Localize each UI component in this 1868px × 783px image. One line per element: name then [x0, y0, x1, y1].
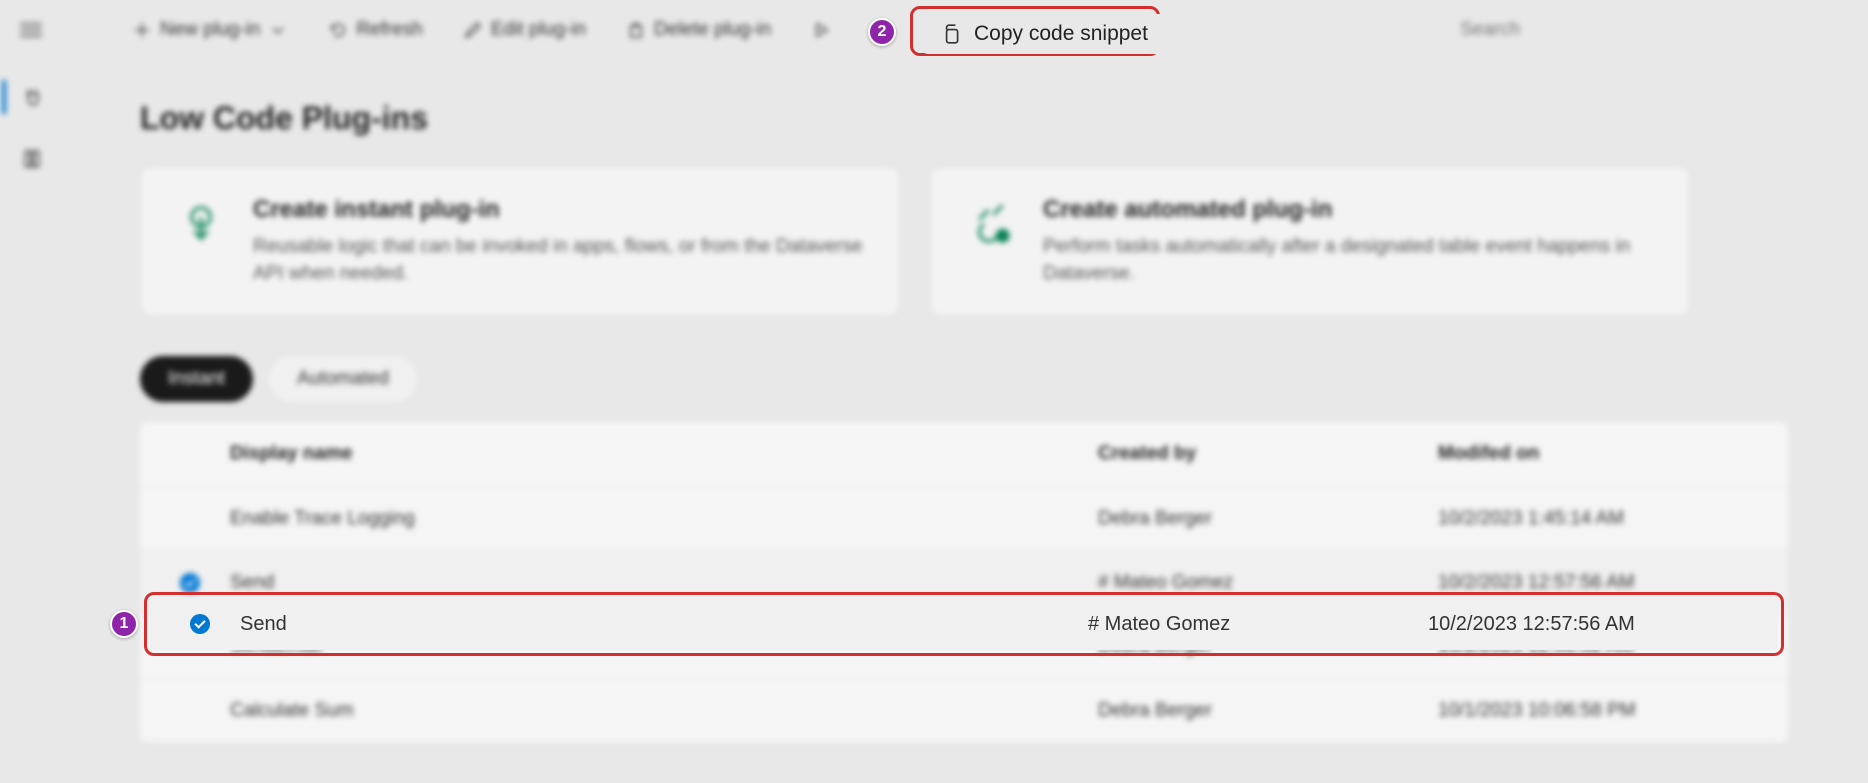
main-content: Low Code Plug-ins Create instant plug-in… — [60, 60, 1868, 783]
refresh-icon — [328, 20, 348, 40]
card-instant[interactable]: Create instant plug-in Reusable logic th… — [140, 167, 900, 316]
plugin-icon — [21, 86, 43, 108]
tap-icon — [173, 196, 229, 252]
copy-icon — [940, 23, 962, 45]
row-modified-on: 10/2/2023 12:57:56 AM — [1428, 613, 1768, 636]
pencil-icon — [463, 20, 483, 40]
check-icon[interactable] — [190, 614, 210, 634]
tab-instant[interactable]: Instant — [140, 356, 253, 402]
new-plugin-button[interactable]: New plug-in — [122, 13, 298, 47]
card-instant-desc: Reusable logic that can be invoked in ap… — [253, 234, 867, 287]
edit-label: Edit plug-in — [491, 19, 586, 41]
rail-library[interactable] — [4, 142, 60, 176]
check-icon[interactable] — [180, 573, 200, 593]
refresh-button[interactable]: Refresh — [318, 13, 433, 47]
card-automated-desc: Perform tasks automatically after a desi… — [1043, 234, 1657, 287]
col-modified-on: Modifed on — [1438, 443, 1778, 465]
trash-icon — [626, 20, 646, 40]
play-button[interactable] — [801, 14, 841, 46]
delete-label: Delete plug-in — [654, 19, 771, 41]
table-row[interactable]: Enable Trace Logging Debra Berger 10/2/2… — [140, 486, 1788, 550]
page-title: Low Code Plug-ins — [140, 100, 1788, 137]
row-name: Send — [240, 613, 1088, 636]
delete-plugin-button[interactable]: Delete plug-in — [616, 13, 781, 47]
menu-icon[interactable] — [20, 23, 42, 37]
edit-plugin-button[interactable]: Edit plug-in — [453, 13, 596, 47]
card-automated[interactable]: Create automated plug-in Perform tasks a… — [930, 167, 1690, 316]
play-icon — [811, 20, 831, 40]
book-icon — [21, 148, 43, 170]
card-instant-title: Create instant plug-in — [253, 196, 867, 224]
plus-icon — [132, 20, 152, 40]
refresh-label: Refresh — [356, 19, 423, 41]
rail-plugin[interactable] — [2, 80, 58, 114]
table-row[interactable]: Calculate Sum Debra Berger 10/1/2023 10:… — [140, 678, 1788, 742]
chevron-down-icon — [268, 20, 288, 40]
plugin-table: Display name Created by Modifed on Enabl… — [140, 422, 1788, 742]
copy-code-snippet-button[interactable]: Copy code snippet — [922, 14, 1166, 54]
tab-automated[interactable]: Automated — [269, 356, 417, 402]
plug-icon — [963, 196, 1019, 252]
card-automated-title: Create automated plug-in — [1043, 196, 1657, 224]
row-created-by: # Mateo Gomez — [1088, 613, 1428, 636]
search-wrap — [1448, 10, 1848, 50]
left-rail — [0, 60, 60, 783]
copy-label: Copy code snippet — [974, 22, 1148, 46]
col-created-by: Created by — [1098, 443, 1438, 465]
table-row-selected[interactable]: Send # Mateo Gomez 10/2/2023 12:57:56 AM — [150, 598, 1778, 650]
search-input[interactable] — [1448, 10, 1848, 50]
new-plugin-label: New plug-in — [160, 19, 260, 41]
col-display-name: Display name — [230, 443, 1098, 465]
table-header: Display name Created by Modifed on — [140, 422, 1788, 486]
